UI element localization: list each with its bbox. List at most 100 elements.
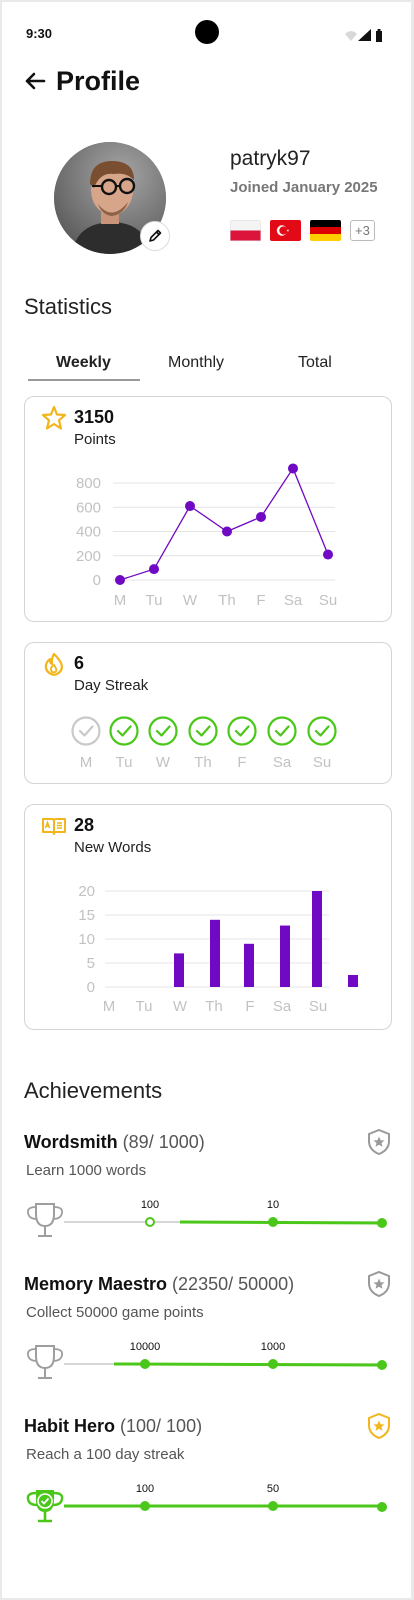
milestone-dot — [145, 1217, 155, 1227]
progress-fill — [113, 1362, 383, 1367]
milestone-label: 50 — [267, 1483, 279, 1495]
status-time: 9:30 — [26, 26, 53, 41]
data-point-Su — [323, 549, 333, 560]
bar-W — [210, 919, 220, 987]
germany-flag-icon[interactable] — [310, 220, 341, 241]
bar-Sa — [312, 891, 322, 987]
y-tick-label: 20 — [78, 883, 95, 900]
achievement-name: Wordsmith — [24, 1132, 123, 1152]
x-tick-label: Sa — [284, 592, 303, 609]
milestone-dot — [377, 1360, 387, 1370]
milestone-dot — [140, 1359, 150, 1369]
tab-weekly[interactable]: Weekly — [56, 354, 111, 372]
achievement-description: Learn 1000 words — [26, 1162, 147, 1179]
points-line-chart: 800 600 400 200 0M Tu W Th F Sa Su — [76, 463, 337, 609]
milestone-dot — [268, 1217, 278, 1227]
milestone-dot — [377, 1218, 387, 1228]
y-tick-label: 0 — [87, 979, 95, 996]
data-point-Sa — [288, 463, 298, 474]
poland-flag-icon[interactable] — [230, 220, 261, 241]
y-tick-label: 400 — [76, 524, 101, 541]
stats-tabs: Weekly Monthly Total — [28, 354, 380, 381]
pencil-icon — [149, 229, 162, 242]
milestone-label: 10 — [267, 1199, 279, 1211]
milestone-dot — [268, 1359, 278, 1369]
edit-avatar-button[interactable] — [140, 221, 170, 251]
language-flags[interactable]: +3 — [230, 220, 375, 241]
tab-total[interactable]: Total — [298, 354, 332, 372]
profile-screen: 9:30 Profile patryk97 Joined January 202… — [2, 2, 411, 1598]
y-tick-label: 200 — [76, 548, 101, 565]
streak-missed-icon — [71, 716, 101, 746]
achievement-progress: (22350/ 50000) — [172, 1274, 295, 1294]
y-tick-label: 800 — [76, 475, 101, 492]
y-tick-label: 600 — [76, 499, 101, 516]
achievement-description: Collect 50000 game points — [26, 1304, 204, 1321]
y-tick-label: 15 — [78, 907, 95, 924]
milestone-label: 1000 — [261, 1341, 285, 1353]
battery-icon — [376, 31, 382, 42]
data-point-Tu — [149, 564, 159, 575]
tab-monthly[interactable]: Monthly — [168, 354, 224, 372]
x-tick-label: Sa — [273, 998, 292, 1015]
x-tick-label: M — [114, 592, 127, 609]
streak-check-icon — [148, 716, 178, 746]
milestone-label: 100 — [136, 1483, 154, 1495]
achievement-progress-track: 100 10 — [27, 1199, 387, 1237]
streak-days: M Tu W Th F Sa Su — [71, 716, 337, 771]
milestone-dot — [140, 1501, 150, 1511]
streak-check-icon — [188, 716, 218, 746]
bar-Su — [348, 975, 358, 987]
streak-check-icon — [109, 716, 139, 746]
x-tick-label: Tu — [146, 592, 163, 609]
trophy-icon — [27, 1203, 63, 1237]
data-point-F — [256, 511, 266, 522]
achievement-title: Wordsmith (89/ 1000) — [24, 1132, 205, 1153]
achievement-title: Memory Maestro (22350/ 50000) — [24, 1274, 294, 1295]
x-tick-label: M — [103, 998, 116, 1015]
streak-day-label: Th — [194, 754, 212, 771]
y-tick-label: 10 — [78, 931, 95, 948]
shield-star-icon — [368, 1128, 390, 1156]
achievement-progress: (100/ 100) — [120, 1416, 203, 1436]
points-series-line — [119, 467, 329, 581]
x-tick-label: Su — [319, 592, 337, 609]
streak-check-icon — [307, 716, 337, 746]
x-tick-label: F — [256, 592, 265, 609]
wifi-icon — [345, 31, 357, 41]
streak-day-label: Sa — [273, 754, 292, 771]
milestone-label: 10000 — [130, 1341, 161, 1353]
data-point-W — [185, 501, 195, 512]
arrow-left-icon[interactable] — [24, 70, 46, 92]
x-tick-label: F — [245, 998, 254, 1015]
streak-day-label: M — [80, 754, 93, 771]
username: patryk97 — [230, 147, 311, 170]
bar-Th — [244, 943, 254, 987]
streak-day-label: Tu — [116, 754, 133, 771]
milestone-label: 100 — [141, 1199, 159, 1211]
more-languages-badge[interactable]: +3 — [350, 220, 375, 241]
active-tab-indicator — [28, 379, 140, 381]
achievement-description: Reach a 100 day streak — [26, 1446, 185, 1463]
data-point-M — [115, 575, 125, 585]
achievement-progress-track: 10000 1000 — [27, 1341, 387, 1379]
milestone-dot — [268, 1501, 278, 1511]
statistics-heading: Statistics — [24, 294, 113, 319]
x-tick-label: Th — [218, 592, 236, 609]
signal-icon — [358, 29, 371, 41]
y-tick-label: 5 — [87, 955, 95, 972]
streak-check-icon — [227, 716, 257, 746]
achievement-progress: (89/ 1000) — [122, 1132, 205, 1152]
x-tick-label: W — [173, 998, 188, 1015]
page-title: Profile — [56, 66, 141, 96]
trophy-icon — [26, 1490, 64, 1523]
words-bar-chart: 20 15 10 5 0M Tu W Th F Sa Su — [78, 883, 358, 1015]
x-tick-label: Tu — [136, 998, 153, 1015]
milestone-dot — [377, 1502, 387, 1512]
data-point-Th — [222, 526, 232, 537]
achievement-name: Habit Hero — [24, 1416, 121, 1436]
streak-day-label: Su — [313, 754, 331, 771]
shield-star-icon — [368, 1270, 390, 1298]
streak-day-label: W — [156, 754, 171, 771]
turkey-flag-icon[interactable] — [270, 220, 301, 241]
